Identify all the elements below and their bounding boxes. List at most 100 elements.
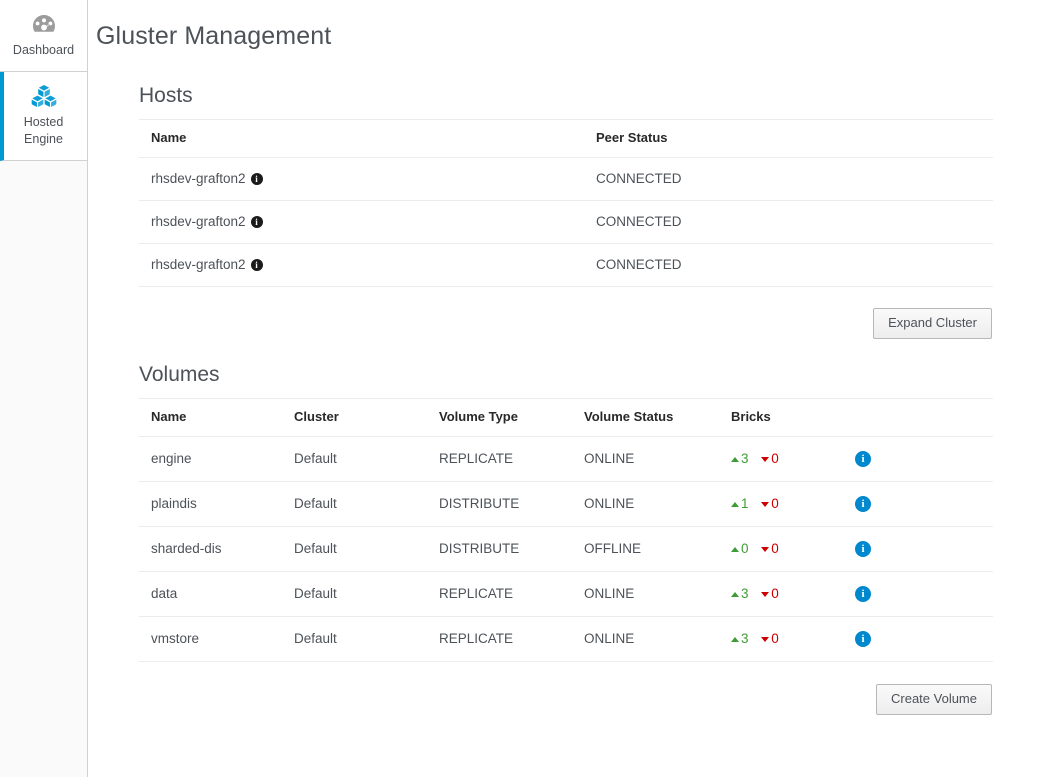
host-peer-status: CONNECTED <box>584 157 993 201</box>
volume-cluster: Default <box>282 526 427 572</box>
volumes-col-actions <box>847 398 993 437</box>
volume-type: REPLICATE <box>427 436 572 482</box>
volume-type: DISTRIBUTE <box>427 481 572 527</box>
bricks-down-count: 0 <box>771 496 779 511</box>
brick-counts: 3 0 <box>731 586 779 601</box>
volumes-col-cluster: Cluster <box>282 398 427 437</box>
volumes-section: Volumes Name Cluster Volume Type Volume … <box>88 339 1037 715</box>
table-row: rhsdev-grafton2 i CONNECTED <box>139 200 993 244</box>
volumes-col-type: Volume Type <box>427 398 572 437</box>
bricks-down-count: 0 <box>771 451 779 466</box>
app-root: Dashboard Hosted Engine Gluster Manageme… <box>0 0 1037 777</box>
sidebar-item-hosted-engine[interactable]: Hosted Engine <box>0 72 87 161</box>
hosts-header-row: Name Peer Status <box>139 119 993 158</box>
bricks-up: 3 <box>731 586 749 601</box>
volume-status: ONLINE <box>572 481 719 527</box>
bricks-up: 3 <box>731 451 749 466</box>
volume-type: REPLICATE <box>427 616 572 662</box>
caret-up-icon <box>731 457 739 462</box>
brick-counts: 1 0 <box>731 496 779 511</box>
info-icon[interactable]: i <box>855 496 871 512</box>
host-name: rhsdev-grafton2 <box>151 171 246 186</box>
dashboard-gauge-icon <box>4 11 83 37</box>
caret-up-icon <box>731 637 739 642</box>
volume-cluster: Default <box>282 436 427 482</box>
cubes-icon <box>4 83 83 109</box>
volumes-col-bricks: Bricks <box>719 398 847 437</box>
hosts-col-name: Name <box>139 119 584 158</box>
sidebar-item-hosted-engine-label: Hosted Engine <box>23 115 64 146</box>
volume-info-cell: i <box>847 481 993 527</box>
info-icon[interactable]: i <box>855 586 871 602</box>
volumes-col-status: Volume Status <box>572 398 719 437</box>
volume-name: data <box>139 571 282 617</box>
hosts-section-title: Hosts <box>139 84 193 107</box>
volume-bricks: 3 0 <box>719 436 847 482</box>
hosts-table-body: rhsdev-grafton2 i CONNECTED rhsdev-grafto… <box>139 157 993 287</box>
caret-down-icon <box>761 502 770 507</box>
bricks-up-count: 1 <box>741 496 749 511</box>
volume-name: vmstore <box>139 616 282 662</box>
info-icon[interactable]: i <box>855 451 871 467</box>
info-icon[interactable]: i <box>250 173 263 185</box>
expand-cluster-button[interactable]: Expand Cluster <box>873 308 992 339</box>
bricks-down: 0 <box>761 541 779 556</box>
host-name-cell: rhsdev-grafton2 i <box>139 200 584 244</box>
volume-bricks: 1 0 <box>719 481 847 527</box>
brick-counts: 3 0 <box>731 451 779 466</box>
volume-status: ONLINE <box>572 616 719 662</box>
volume-cluster: Default <box>282 571 427 617</box>
hosts-actions: Expand Cluster <box>139 287 993 339</box>
volume-bricks: 3 0 <box>719 616 847 662</box>
info-icon[interactable]: i <box>855 541 871 557</box>
bricks-up: 0 <box>731 541 749 556</box>
table-row: sharded-dis Default DISTRIBUTE OFFLINE 0… <box>139 526 993 572</box>
main-content: Gluster Management Hosts Name Peer Statu… <box>88 0 1037 777</box>
info-icon[interactable]: i <box>250 259 263 271</box>
info-icon[interactable]: i <box>855 631 871 647</box>
caret-down-icon <box>761 637 770 642</box>
volume-type: REPLICATE <box>427 571 572 617</box>
volume-bricks: 0 0 <box>719 526 847 572</box>
volume-info-cell: i <box>847 436 993 482</box>
host-name-cell: rhsdev-grafton2 i <box>139 157 584 201</box>
create-volume-button[interactable]: Create Volume <box>876 684 992 715</box>
bricks-up-count: 3 <box>741 586 749 601</box>
bricks-up: 3 <box>731 631 749 646</box>
caret-up-icon <box>731 547 739 552</box>
table-row: rhsdev-grafton2 i CONNECTED <box>139 157 993 201</box>
volumes-actions: Create Volume <box>139 662 993 715</box>
host-name-cell: rhsdev-grafton2 i <box>139 243 584 287</box>
bricks-up-count: 3 <box>741 451 749 466</box>
volume-status: ONLINE <box>572 571 719 617</box>
info-icon[interactable]: i <box>250 216 263 228</box>
volume-bricks: 3 0 <box>719 571 847 617</box>
bricks-up-count: 3 <box>741 631 749 646</box>
caret-down-icon <box>761 457 770 462</box>
hosts-table-head: Name Peer Status <box>139 119 993 158</box>
volumes-col-name: Name <box>139 398 282 437</box>
sidebar: Dashboard Hosted Engine <box>0 0 88 777</box>
brick-counts: 3 0 <box>731 631 779 646</box>
sidebar-item-dashboard[interactable]: Dashboard <box>0 0 87 72</box>
table-row: rhsdev-grafton2 i CONNECTED <box>139 243 993 287</box>
hosts-col-peer-status: Peer Status <box>584 119 993 158</box>
volume-name: plaindis <box>139 481 282 527</box>
volume-info-cell: i <box>847 571 993 617</box>
bricks-down-count: 0 <box>771 631 779 646</box>
volumes-table-body: engine Default REPLICATE ONLINE 3 0 i pl… <box>139 436 993 662</box>
caret-down-icon <box>761 592 770 597</box>
sidebar-item-dashboard-label: Dashboard <box>12 43 75 57</box>
caret-up-icon <box>731 502 739 507</box>
bricks-down: 0 <box>761 586 779 601</box>
table-row: vmstore Default REPLICATE ONLINE 3 0 i <box>139 616 993 662</box>
table-row: plaindis Default DISTRIBUTE ONLINE 1 0 i <box>139 481 993 527</box>
hosts-table: Name Peer Status rhsdev-grafton2 i CONNEC… <box>139 119 993 287</box>
bricks-down: 0 <box>761 496 779 511</box>
volume-cluster: Default <box>282 481 427 527</box>
bricks-down: 0 <box>761 451 779 466</box>
host-name: rhsdev-grafton2 <box>151 257 246 272</box>
volume-info-cell: i <box>847 526 993 572</box>
table-row: data Default REPLICATE ONLINE 3 0 i <box>139 571 993 617</box>
table-row: engine Default REPLICATE ONLINE 3 0 i <box>139 436 993 482</box>
